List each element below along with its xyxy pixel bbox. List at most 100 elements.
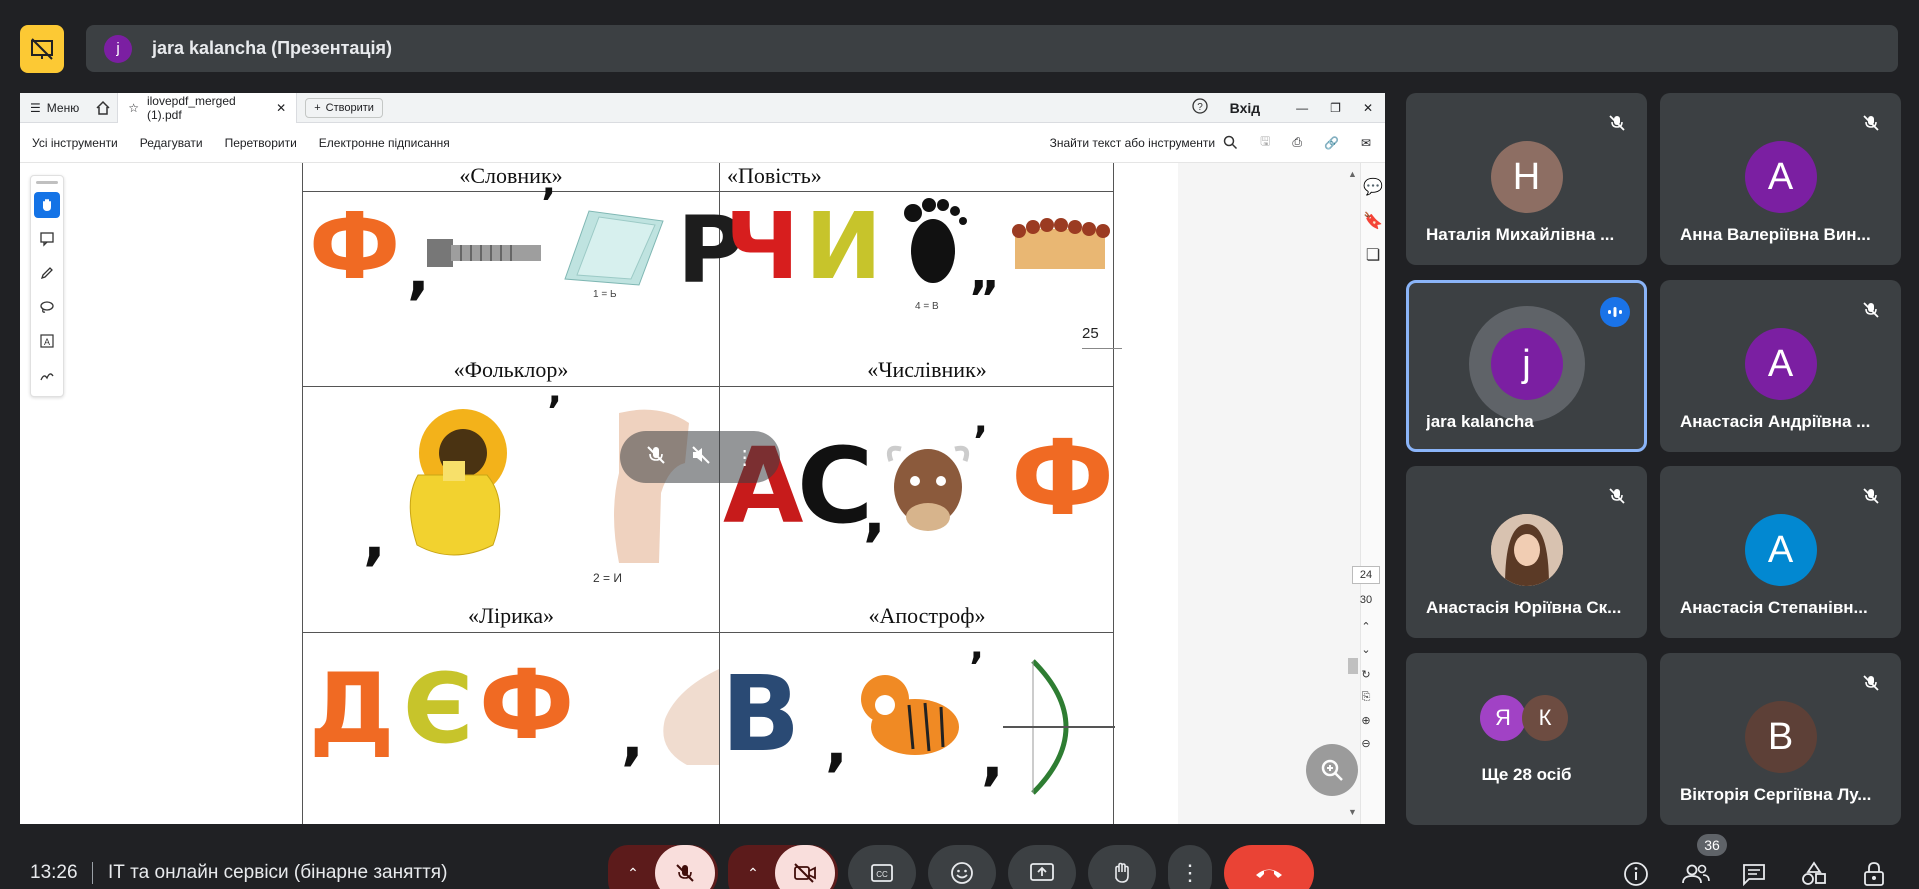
presenter-name: jara kalancha (Презентація) (152, 38, 392, 58)
footprint-picture (904, 198, 967, 283)
home-icon[interactable] (89, 100, 117, 116)
mic-off-icon[interactable] (645, 444, 667, 471)
create-button[interactable]: + Створити (305, 97, 383, 118)
close-tab-icon[interactable]: ✕ (276, 101, 286, 115)
zoom-in-icon[interactable]: ⊕ (1352, 714, 1380, 727)
microphone-off-button[interactable] (655, 845, 715, 889)
toolbar-all-tools[interactable]: Усі інструменти (32, 136, 118, 150)
toolbar-convert[interactable]: Перетворити (225, 136, 297, 150)
mic-muted-icon (1603, 109, 1631, 137)
matches-picture (1012, 218, 1110, 269)
save-icon[interactable]: 🖫 (1260, 132, 1270, 153)
pdf-menu-label: Меню (46, 100, 80, 115)
participant-tile[interactable]: А Анастасія Андріївна ... (1660, 280, 1901, 452)
pdf-doc-tab[interactable]: ☆ ilovepdf_merged (1).pdf ✕ (117, 93, 298, 123)
create-label: Створити (325, 101, 374, 114)
zoom-fab-button[interactable] (1306, 744, 1358, 796)
comments-panel-icon[interactable]: 💬 (1363, 177, 1383, 197)
hand-tool-icon[interactable] (34, 192, 60, 218)
participant-name: Анастасія Степанівн... (1680, 598, 1868, 617)
page-up-icon[interactable]: ⌃ (1352, 620, 1380, 633)
letter-f-orange: Ф (479, 649, 575, 761)
bookmarks-panel-icon[interactable]: 🔖 (1363, 211, 1383, 231)
camera-off-icon (794, 863, 816, 883)
toolbar-esign[interactable]: Електронне підписання (319, 136, 450, 150)
ox-picture (886, 445, 970, 531)
hang-up-icon (1256, 869, 1282, 878)
star-icon[interactable]: ☆ (128, 101, 139, 115)
avatar-photo (1490, 514, 1563, 586)
chat-icon[interactable] (1738, 858, 1770, 889)
more-options-button[interactable]: ⋮ (1168, 845, 1212, 889)
mic-options-chevron-icon[interactable]: ⌃ (611, 865, 655, 882)
lasso-tool-icon[interactable] (34, 294, 60, 320)
presenter-bar: j jara kalancha (Презентація) (86, 25, 1898, 72)
hint-note: 4 = В (915, 301, 939, 312)
page-indicator-current: 24 (1352, 566, 1380, 584)
participant-tile-active-speaker[interactable]: j jara kalancha (1406, 280, 1647, 452)
signature-tool-icon[interactable] (34, 362, 60, 388)
svg-text:?: ? (1197, 102, 1203, 113)
letter-d-orange: Д (309, 653, 395, 765)
pdf-document-area[interactable]: «Словник» «Повість» Ф , ’ 1 = Ь Р Ч И 4 … (168, 163, 1348, 824)
participant-tile[interactable]: А Анастасія Степанівн... (1660, 466, 1901, 638)
apostrophe-mark: ’ (973, 419, 989, 465)
raise-hand-button[interactable] (1088, 845, 1156, 889)
presentation-icon[interactable] (20, 25, 64, 73)
avatar: В (1744, 701, 1817, 773)
activities-icon[interactable] (1798, 858, 1830, 889)
participant-tile[interactable]: Анастасія Юріївна Ск... (1406, 466, 1647, 638)
avatar: А (1744, 141, 1817, 213)
close-window-icon[interactable]: ✕ (1363, 101, 1373, 115)
raise-hand-icon (1115, 862, 1129, 883)
zoom-out-icon[interactable]: ⊖ (1352, 737, 1380, 750)
camera-options-chevron-icon[interactable]: ⌃ (731, 865, 775, 882)
leave-call-button[interactable] (1224, 845, 1314, 889)
find-tools-button[interactable]: Знайти текст або інструменти (1050, 135, 1239, 150)
reactions-button[interactable] (928, 845, 996, 889)
participant-name: Анна Валеріївна Вин... (1680, 225, 1871, 244)
camera-off-button[interactable] (775, 845, 835, 889)
email-icon[interactable]: ✉ (1361, 136, 1371, 150)
more-options-icon[interactable]: ⋮ (735, 445, 755, 470)
cell-title: «Числівник» (867, 357, 987, 382)
people-icon[interactable] (1680, 858, 1712, 889)
cell-title: «Словник» (459, 163, 563, 188)
participant-tile[interactable]: Н Наталія Михайлівна ... (1406, 93, 1647, 265)
present-screen-button[interactable] (1008, 845, 1076, 889)
help-icon[interactable]: ? (1192, 98, 1208, 117)
captions-button[interactable]: CC (848, 845, 916, 889)
more-participants-tile[interactable]: Я К Ще 28 осіб (1406, 653, 1647, 825)
hint-note: 2 = И (593, 571, 622, 585)
host-controls-icon[interactable] (1858, 858, 1890, 889)
rotate-icon[interactable]: ↻ (1352, 668, 1380, 681)
restore-icon[interactable]: ❐ (1330, 101, 1341, 115)
meeting-details-icon[interactable] (1620, 858, 1652, 889)
pen-tool-icon[interactable] (34, 260, 60, 286)
sign-in-button[interactable]: Вхід (1230, 100, 1261, 116)
pages-panel-icon[interactable]: ❏ (1366, 245, 1380, 265)
print-icon[interactable]: ⎙ (1292, 135, 1302, 150)
comment-tool-icon[interactable] (34, 226, 60, 252)
search-icon (1223, 135, 1238, 150)
camera-control-group: ⌃ (728, 845, 838, 889)
speaker-off-icon[interactable] (690, 444, 712, 471)
minimize-icon[interactable]: — (1296, 101, 1308, 115)
presenter-avatar: j (104, 34, 132, 63)
apostrophe-mark: ’ (541, 181, 557, 227)
bolt-picture (427, 239, 541, 267)
cell-title: «Фольклор» (453, 357, 569, 382)
avatar: j (1490, 328, 1563, 400)
comma-mark: , (621, 703, 644, 773)
participant-tile[interactable]: В Вікторія Сергіївна Лу... (1660, 653, 1901, 825)
fit-page-icon[interactable]: ⎘ (1352, 691, 1380, 704)
participant-tile[interactable]: А Анна Валеріївна Вин... (1660, 93, 1901, 265)
toolbar-edit[interactable]: Редагувати (140, 136, 203, 150)
page-down-icon[interactable]: ⌄ (1352, 643, 1380, 656)
pdf-menu-button[interactable]: ☰ Меню (20, 101, 89, 115)
sunflower-oil-picture (409, 409, 507, 556)
captions-icon: CC (871, 864, 893, 882)
text-box-tool-icon[interactable]: A (34, 328, 60, 354)
cell-title: «Апостроф» (868, 603, 986, 628)
link-icon[interactable]: 🔗 (1324, 136, 1339, 150)
